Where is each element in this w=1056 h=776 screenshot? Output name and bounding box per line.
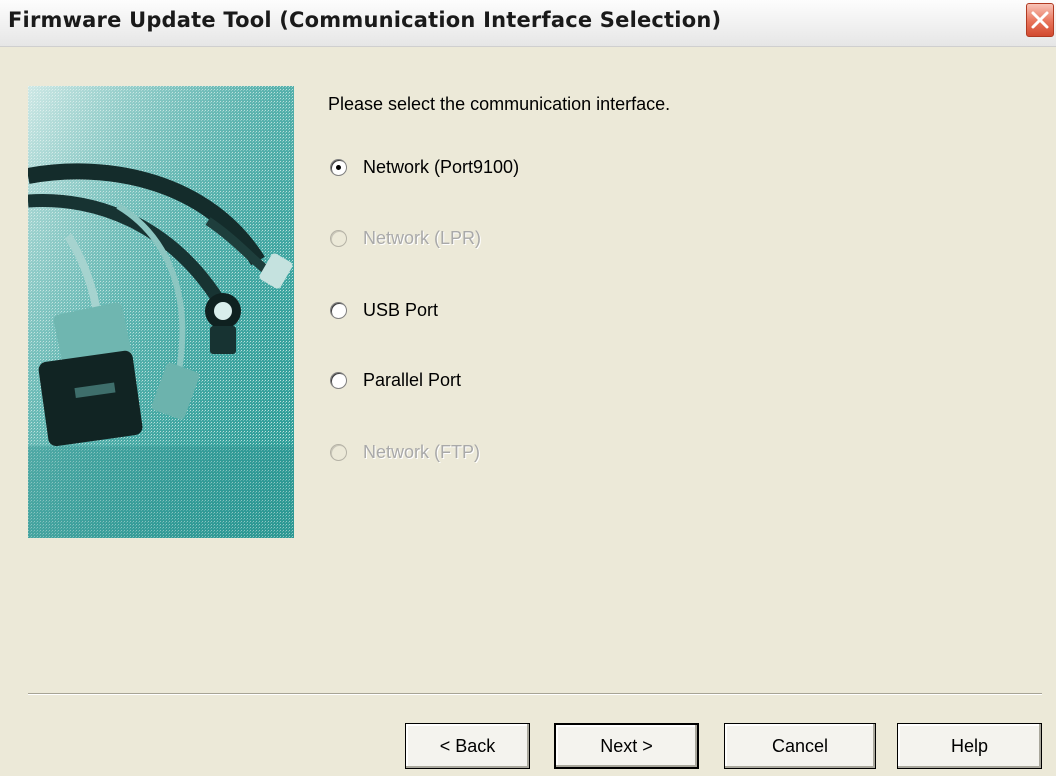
cables-illustration [28, 86, 294, 538]
next-button[interactable]: Next > [554, 723, 699, 769]
radio-button [330, 229, 347, 247]
radio-network-ftp: Network (FTP) [330, 439, 480, 465]
separator-line [28, 693, 1042, 695]
option-label: Parallel Port [363, 369, 462, 390]
window-title: Firmware Update Tool (Communication Inte… [8, 8, 722, 32]
option-label: Network (LPR) [363, 227, 482, 248]
back-button[interactable]: < Back [405, 723, 530, 769]
radio-button [330, 443, 347, 461]
cancel-button[interactable]: Cancel [724, 723, 876, 769]
title-bar[interactable]: Firmware Update Tool (Communication Inte… [0, 0, 1056, 47]
help-button[interactable]: Help [897, 723, 1042, 769]
radio-network-lpr: Network (LPR) [330, 225, 481, 251]
option-label: Network (Port9100) [363, 156, 520, 177]
radio-button[interactable] [330, 158, 347, 176]
close-icon [1031, 11, 1049, 29]
radio-button[interactable] [330, 301, 347, 319]
option-label: USB Port [363, 299, 439, 320]
instruction-text: Please select the communication interfac… [328, 94, 671, 114]
radio-button[interactable] [330, 371, 347, 389]
radio-network-port9100[interactable]: Network (Port9100) [330, 154, 519, 180]
radio-usb-port[interactable]: USB Port [330, 297, 438, 323]
option-label: Network (FTP) [363, 441, 480, 462]
close-button[interactable] [1026, 3, 1054, 37]
radio-parallel-port[interactable]: Parallel Port [330, 367, 461, 393]
